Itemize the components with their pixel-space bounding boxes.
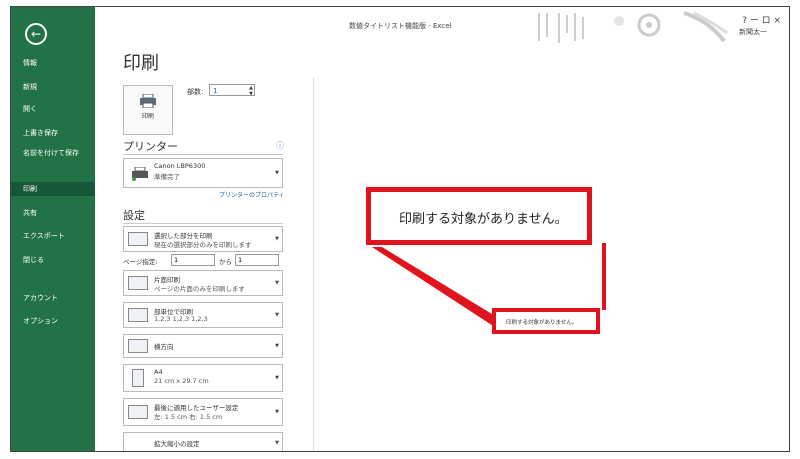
window-controls[interactable]: ? ー ロ × <box>742 13 781 26</box>
settings-heading: 設定 <box>123 209 145 222</box>
printer-heading: プリンター <box>123 140 178 153</box>
pages-from-input[interactable]: 1 <box>171 254 215 266</box>
chevron-down-icon: ▼ <box>275 236 279 242</box>
user-name[interactable]: 新聞太一 <box>739 27 767 37</box>
paper-size-dropdown[interactable]: A4 21 cm x 29.7 cm ▼ <box>123 364 283 392</box>
chevron-down-icon: ▼ <box>275 409 279 415</box>
chevron-down-icon: ▼ <box>275 312 279 318</box>
print-button[interactable]: 印刷 <box>123 85 173 135</box>
collate-icon <box>128 308 148 322</box>
printer-device-icon <box>132 167 148 181</box>
preview-divider <box>313 77 314 451</box>
printer-icon <box>140 94 156 108</box>
sides-line2: ページの片面のみを印刷します <box>154 285 245 293</box>
pages-label: ページ指定: <box>123 258 158 266</box>
pages-to-value: 1 <box>238 256 243 264</box>
info-icon[interactable]: ⓘ <box>276 140 284 151</box>
decorative-pattern <box>538 11 728 43</box>
back-arrow-icon[interactable]: ← <box>25 23 47 45</box>
orientation-dropdown[interactable]: 横方向 ▼ <box>123 334 283 358</box>
backstage-sidebar: ← 情報 新規 開く 上書き保存 名前を付けて保存 印刷 共有 エクスポート 閉… <box>11 7 95 451</box>
printer-status: 準備完了 <box>154 173 180 181</box>
margins-dropdown[interactable]: 最後に適用したユーザー設定 左: 1.5 cm 右: 1.5 cm ▼ <box>123 398 283 426</box>
sidebar-item-save[interactable]: 上書き保存 <box>11 129 95 138</box>
sides-dropdown[interactable]: 片面印刷 ページの片面のみを印刷します ▼ <box>123 270 283 296</box>
sidebar-item-export[interactable]: エクスポート <box>11 232 95 241</box>
zoomed-message-callout: 印刷する対象がありません。 <box>366 187 592 245</box>
chevron-down-icon: ▼ <box>275 440 279 446</box>
sidebar-item-close[interactable]: 閉じる <box>11 256 95 265</box>
paper-line2: 21 cm x 29.7 cm <box>154 377 209 385</box>
orientation-label: 横方向 <box>154 343 174 351</box>
window-title: 数値タイトリスト機能版 - Excel <box>349 22 452 30</box>
sidebar-item-new[interactable]: 新規 <box>11 83 95 92</box>
pages-to-label: から <box>219 258 232 266</box>
copies-value: 1 <box>213 87 218 95</box>
divider <box>123 154 283 155</box>
chevron-down-icon: ▼ <box>275 343 279 349</box>
sidebar-item-account[interactable]: アカウント <box>11 294 95 303</box>
sidebar-item-print[interactable]: 印刷 <box>11 182 95 196</box>
sidebar-item-share[interactable]: 共有 <box>11 209 95 218</box>
copies-input[interactable]: 1 ▲ ▼ <box>209 84 255 97</box>
print-scope-dropdown[interactable]: 選択した部分を印刷 現在の選択部分のみを印刷します ▼ <box>123 226 283 252</box>
scaling-label: 拡大縮小の設定 <box>154 440 200 448</box>
scope-line2: 現在の選択部分のみを印刷します <box>154 241 252 249</box>
chevron-down-icon: ▼ <box>275 280 279 286</box>
sidebar-item-info[interactable]: 情報 <box>11 59 95 68</box>
no-print-target-message: 印刷する対象がありません。 <box>506 320 578 326</box>
scaling-dropdown[interactable]: 拡大縮小の設定 ▼ <box>123 432 283 451</box>
sidebar-item-save-as[interactable]: 名前を付けて保存 <box>11 149 81 158</box>
copies-spinner-icon[interactable]: ▲ ▼ <box>249 85 253 97</box>
pages-to-input[interactable]: 1 <box>235 254 279 266</box>
collate-line2: 1,2,3 1,2,3 1,2,3 <box>154 315 208 323</box>
printer-properties-link[interactable]: プリンターのプロパティ <box>219 190 285 199</box>
selection-icon <box>128 232 148 246</box>
collate-dropdown[interactable]: 部単位で印刷 1,2,3 1,2,3 1,2,3 ▼ <box>123 302 283 328</box>
copies-label: 部数: <box>187 88 204 96</box>
margins-icon <box>128 405 148 419</box>
paper-icon <box>132 369 144 387</box>
printer-dropdown[interactable]: Canon LBP6300 準備完了 ▼ <box>123 158 283 188</box>
sidebar-item-open[interactable]: 開く <box>11 105 95 114</box>
page-title: 印刷 <box>123 53 159 74</box>
sidebar-item-options[interactable]: オプション <box>11 317 95 326</box>
pages-from-value: 1 <box>174 256 179 264</box>
paper-line1: A4 <box>154 368 163 376</box>
chevron-down-icon: ▼ <box>275 170 279 176</box>
landscape-icon <box>128 339 148 353</box>
divider <box>123 223 283 224</box>
margins-line2: 左: 1.5 cm 右: 1.5 cm <box>154 413 223 421</box>
one-sided-icon <box>128 276 148 290</box>
no-print-target-message-large: 印刷する対象がありません。 <box>399 212 568 227</box>
preview-message-highlight: 印刷する対象がありません。 <box>492 308 600 334</box>
chevron-down-icon: ▼ <box>275 375 279 381</box>
print-button-label: 印刷 <box>141 113 154 120</box>
printer-name: Canon LBP6300 <box>154 162 206 170</box>
